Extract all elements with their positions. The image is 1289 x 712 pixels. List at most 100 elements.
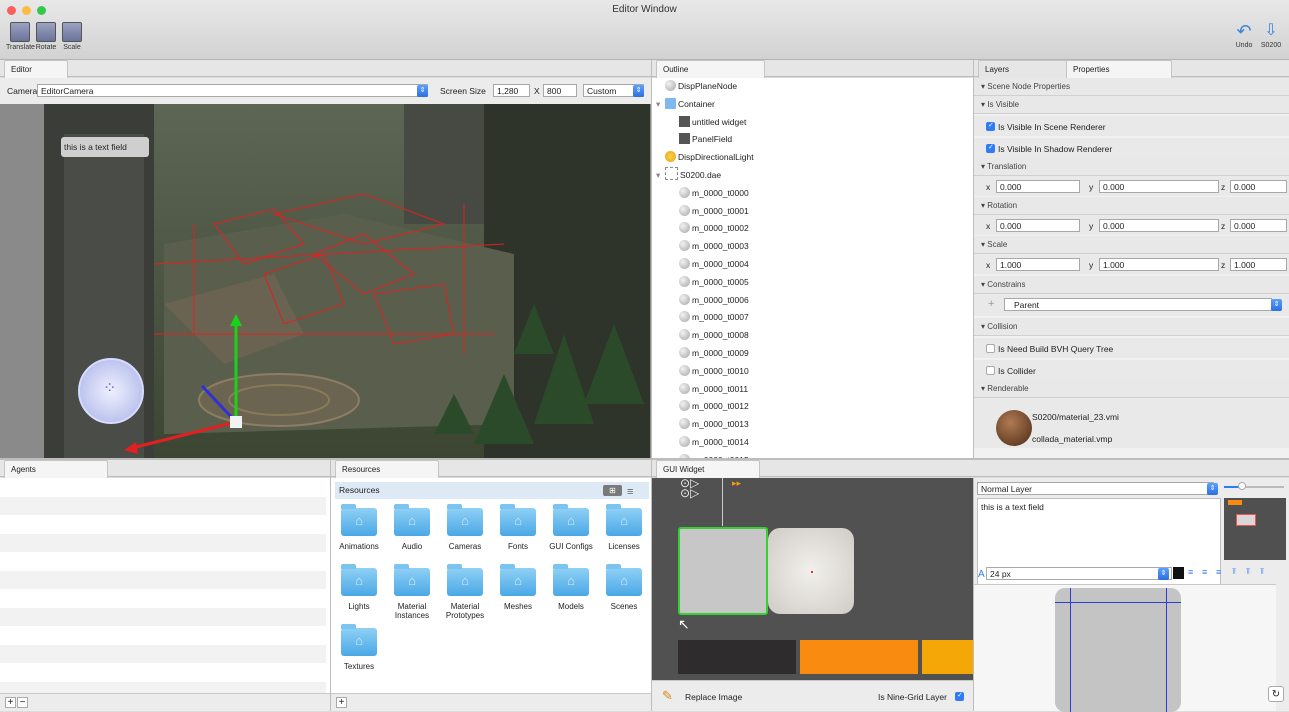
collada-material-path[interactable]: collada_material.vmp — [1032, 434, 1112, 444]
parent-select[interactable]: Parent — [1004, 298, 1272, 311]
align-left-icon[interactable]: ≡ — [1188, 567, 1193, 577]
text-color-swatch[interactable] — [1173, 567, 1184, 579]
agent-row[interactable] — [0, 515, 326, 534]
outline-item[interactable]: m_0000_t0009 — [652, 345, 973, 363]
tab-editor[interactable]: Editor — [4, 60, 68, 78]
layer-slider-track[interactable] — [1224, 482, 1284, 490]
align-center-icon[interactable]: ≡ — [1202, 567, 1207, 577]
renderable-header[interactable]: ▾ Renderable — [974, 380, 1289, 398]
bvh-checkbox[interactable] — [986, 344, 995, 353]
screen-height-input[interactable]: 800 — [543, 84, 577, 97]
scene-node-header[interactable]: ▾ Scene Node Properties — [974, 78, 1289, 96]
agent-row[interactable] — [0, 570, 326, 589]
translate-tool-button[interactable]: Translate — [6, 22, 35, 51]
collision-header[interactable]: ▾ Collision — [974, 318, 1289, 336]
outline-item[interactable]: m_0000_t0013 — [652, 416, 973, 434]
resource-folder[interactable]: Meshes — [496, 564, 540, 618]
agent-row[interactable] — [0, 552, 326, 571]
viewport-text-field[interactable]: this is a text field — [61, 137, 149, 157]
align-right-icon[interactable]: ≡ — [1216, 567, 1221, 577]
resource-folder[interactable]: Fonts — [496, 504, 540, 558]
list-view-icon[interactable]: ≡ — [627, 484, 633, 501]
material-preview[interactable] — [996, 410, 1032, 446]
rotation-z-input[interactable]: 0.000 — [1230, 219, 1287, 232]
visible-scene-checkbox[interactable] — [986, 121, 995, 131]
rotation-x-input[interactable]: 0.000 — [996, 219, 1080, 232]
camera-select-arrow-icon[interactable]: ⇕ — [417, 85, 428, 97]
screen-width-input[interactable]: 1,280 — [493, 84, 530, 97]
disclosure-triangle-icon[interactable]: ▾ — [656, 167, 660, 184]
outline-item[interactable]: m_0000_t0006 — [652, 292, 973, 310]
material-path[interactable]: S0200/material_23.vmi — [1032, 412, 1119, 422]
project-button[interactable]: ⇩ S0200 — [1257, 22, 1285, 49]
widget-frame-selected[interactable] — [678, 527, 768, 615]
agent-row[interactable] — [0, 644, 326, 663]
nine-grid-top-guide[interactable] — [1055, 602, 1181, 603]
translation-x-input[interactable]: 0.000 — [996, 180, 1080, 193]
outline-item[interactable]: m_0000_t0011 — [652, 381, 973, 399]
outline-item[interactable]: PanelField — [652, 131, 973, 149]
nine-grid-editor[interactable] — [974, 584, 1276, 712]
tab-resources[interactable]: Resources — [335, 460, 439, 478]
resource-folder[interactable]: GUI Configs — [549, 504, 593, 558]
replace-image-button[interactable]: Replace Image — [685, 692, 742, 702]
add-constraint-button[interactable]: + — [988, 298, 994, 310]
resource-folder[interactable]: Material Prototypes — [443, 564, 487, 620]
outline-item[interactable]: m_0000_t0004 — [652, 256, 973, 274]
outline-item[interactable]: ▾ Container — [652, 96, 973, 114]
agent-row[interactable] — [0, 478, 326, 497]
outline-item[interactable]: m_0000_t0003 — [652, 238, 973, 256]
scale-header[interactable]: ▾ Scale — [974, 236, 1289, 254]
outline-item[interactable]: ▾ S0200.dae — [652, 167, 973, 185]
virtual-joystick[interactable]: ⁘ — [78, 358, 144, 424]
agent-row[interactable] — [0, 589, 326, 608]
resource-folder[interactable]: Licenses — [602, 504, 646, 558]
outline-item[interactable]: m_0000_t0001 — [652, 203, 973, 221]
scene-viewport[interactable]: this is a text field ⁘ — [44, 104, 650, 458]
resource-folder[interactable]: Lights — [337, 564, 381, 618]
tab-layers[interactable]: Layers — [978, 60, 1072, 78]
resource-folder[interactable]: Material Instances — [390, 564, 434, 620]
outline-item[interactable]: m_0000_t0012 — [652, 398, 973, 416]
resource-folder[interactable]: Audio — [390, 504, 434, 558]
swatch-orange[interactable] — [800, 640, 918, 674]
scale-y-input[interactable]: 1.000 — [1099, 258, 1219, 271]
agent-row[interactable] — [0, 607, 326, 626]
valign-top-icon[interactable]: ⫪ — [1232, 567, 1237, 577]
outline-item[interactable]: m_0000_t0005 — [652, 274, 973, 292]
camera-select[interactable]: EditorCamera — [37, 84, 428, 97]
outline-item[interactable]: DispPlaneNode — [652, 78, 973, 96]
remove-agent-button[interactable]: − — [17, 697, 28, 708]
layer-select-arrow-icon[interactable]: ⇕ — [1207, 483, 1218, 495]
rotation-y-input[interactable]: 0.000 — [1099, 219, 1219, 232]
outline-item[interactable]: untitled widget — [652, 114, 973, 132]
constrains-header[interactable]: ▾ Constrains — [974, 276, 1289, 294]
tab-outline[interactable]: Outline — [656, 60, 765, 78]
add-agent-button[interactable]: + — [5, 697, 16, 708]
agent-row[interactable] — [0, 533, 326, 552]
layer-thumbnail[interactable] — [1224, 498, 1286, 560]
collider-checkbox[interactable] — [986, 366, 995, 375]
resource-folder[interactable]: Cameras — [443, 504, 487, 558]
agent-row[interactable] — [0, 626, 326, 645]
scale-z-input[interactable]: 1.000 — [1230, 258, 1287, 271]
font-size-select[interactable]: 24 px — [986, 567, 1172, 580]
outline-item[interactable]: m_0000_t0014 — [652, 434, 973, 452]
is-visible-header[interactable]: ▾ Is Visible — [974, 96, 1289, 114]
play-controls-icon[interactable]: ⊙▷ ⊙▷ — [680, 478, 699, 499]
valign-middle-icon[interactable]: ⫪ — [1246, 567, 1251, 577]
preset-arrow-icon[interactable]: ⇕ — [633, 85, 644, 97]
translation-header[interactable]: ▾ Translation — [974, 158, 1289, 176]
outline-item[interactable]: m_0000_t0000 — [652, 185, 973, 203]
outline-item[interactable]: m_0000_t0007 — [652, 309, 973, 327]
outline-item[interactable]: DispDirectionalLight — [652, 149, 973, 167]
add-resource-button[interactable]: + — [336, 697, 347, 708]
scale-tool-button[interactable]: Scale — [58, 22, 86, 51]
outline-item[interactable]: m_0000_t0002 — [652, 220, 973, 238]
scale-x-input[interactable]: 1.000 — [996, 258, 1080, 271]
translation-y-input[interactable]: 0.000 — [1099, 180, 1219, 193]
resource-folder[interactable]: Textures — [337, 624, 381, 678]
layer-slider-thumb[interactable] — [1238, 482, 1246, 490]
widget-panel-preview[interactable] — [768, 528, 854, 614]
tab-agents[interactable]: Agents — [4, 460, 108, 478]
